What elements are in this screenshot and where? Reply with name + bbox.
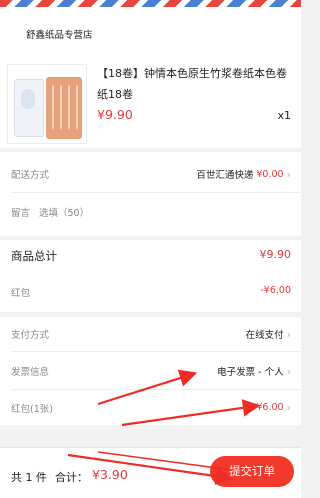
product-price: ¥9.90 xyxy=(97,107,133,122)
invoice-label: 发票信息 xyxy=(11,367,50,378)
delivery-label: 配送方式 xyxy=(11,170,50,181)
message-input[interactable]: 选填（50） xyxy=(39,205,89,219)
delivery-message-section: 配送方式 百世汇通快递 ¥0.00 › 留言 选填（50） xyxy=(0,152,301,236)
chevron-right-icon: › xyxy=(286,401,291,414)
product-title[interactable]: 【18卷】钟情本色原生竹浆卷纸本色卷纸18卷 xyxy=(97,63,292,105)
invoice-value: 电子发票 - 个人 xyxy=(217,367,284,378)
message-label: 留言 xyxy=(11,208,31,219)
payment-label: 支付方式 xyxy=(11,330,50,341)
payment-value: 在线支付 xyxy=(245,330,284,341)
product-quantity: x1 xyxy=(277,109,291,122)
chevron-right-icon: › xyxy=(286,364,291,378)
product-image[interactable] xyxy=(7,64,87,144)
coupon-value: ¥6.00 xyxy=(256,402,284,413)
sum-value: ¥3.90 xyxy=(92,467,128,482)
options-section: 支付方式 在线支付 › 发票信息 电子发票 - 个人 › 红包(1张) ¥6.0… xyxy=(0,317,301,425)
chevron-right-icon: › xyxy=(286,327,291,341)
delivery-price: ¥0.00 xyxy=(256,168,284,180)
order-shop-section: 舒鑫纸品专营店 【18卷】钟情本色原生竹浆卷纸本色卷纸18卷 ¥9.90 x1 xyxy=(0,7,301,148)
goods-total-value: ¥9.90 xyxy=(259,248,292,261)
checkout-bar: 共 1 件 合计： ¥3.90 提交订单 xyxy=(0,447,301,498)
sum-label: 合计： xyxy=(55,471,88,484)
item-count: 共 1 件 xyxy=(11,471,47,484)
airmail-border xyxy=(0,0,301,7)
goods-total-label: 商品总计 xyxy=(11,249,57,263)
shop-name: 舒鑫纸品专营店 xyxy=(26,30,93,41)
delivery-value: 百世汇通快递 xyxy=(196,170,254,181)
red-packet-value: -¥6.00 xyxy=(260,285,291,296)
red-packet-label: 红包 xyxy=(11,288,31,299)
coupon-label: 红包(1张) xyxy=(11,404,53,415)
submit-order-button[interactable]: 提交订单 xyxy=(210,456,294,487)
summary-section: 商品总计 ¥9.90 红包 -¥6.00 xyxy=(0,240,301,312)
chevron-right-icon: › xyxy=(286,167,291,181)
